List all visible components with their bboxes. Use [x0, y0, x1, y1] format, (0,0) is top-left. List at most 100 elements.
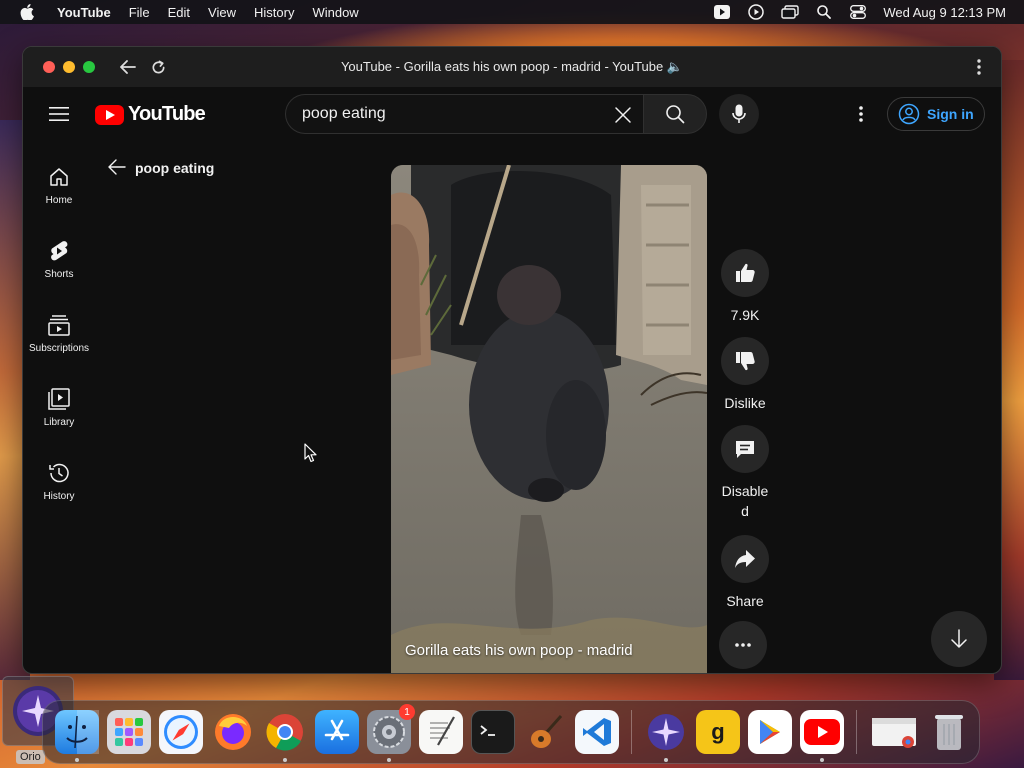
sidebar-item-label: Library [43, 417, 75, 428]
chrome-icon[interactable] [263, 710, 307, 762]
settings-more-icon[interactable] [849, 102, 873, 126]
sidebar-item-label: Shorts [44, 269, 74, 280]
home-icon [47, 165, 71, 189]
mini-guide-sidebar: Home Shorts Subscriptions Library Histor… [23, 143, 95, 513]
browser-menu-icon[interactable] [969, 56, 989, 78]
spotlight-search-icon[interactable] [815, 4, 833, 20]
garageband-icon[interactable] [523, 710, 567, 754]
like-button[interactable] [721, 249, 769, 297]
textedit-icon[interactable] [419, 710, 463, 754]
firefox-icon[interactable] [211, 710, 255, 754]
share-action: Share [719, 535, 771, 611]
trash-icon[interactable] [927, 710, 971, 754]
share-label: Share [726, 593, 764, 609]
google-play-icon[interactable] [748, 710, 792, 754]
more-action [719, 621, 767, 669]
library-icon [47, 387, 71, 411]
youtube-logo[interactable]: YouTube [95, 103, 206, 126]
shorts-icon [47, 239, 71, 263]
shorts-video-caption[interactable]: Gorilla eats his own poop - madrid [405, 642, 633, 659]
apple-menu-icon[interactable] [18, 3, 36, 21]
running-indicator [664, 758, 668, 762]
close-window-button[interactable] [43, 61, 55, 73]
terminal-icon[interactable] [471, 710, 515, 754]
next-short-button[interactable] [931, 611, 987, 667]
youtube-dock-icon[interactable] [800, 710, 844, 762]
grammarly-icon[interactable]: g [696, 710, 740, 754]
more-options-button[interactable] [719, 621, 767, 669]
zoom-window-button[interactable] [83, 61, 95, 73]
voice-search-button[interactable] [719, 94, 759, 134]
account-icon [898, 103, 920, 125]
sidebar-item-label: Subscriptions [28, 343, 90, 354]
window-title: YouTube - Gorilla eats his own poop - ma… [340, 59, 684, 74]
shorts-back-arrow-icon[interactable] [107, 157, 127, 177]
history-icon [47, 461, 71, 485]
play-circle-status-icon[interactable] [747, 4, 765, 20]
menu-history[interactable]: History [245, 5, 303, 20]
orion-label: Orio [16, 750, 45, 764]
menu-window[interactable]: Window [303, 5, 367, 20]
sidebar-item-home[interactable]: Home [23, 143, 95, 217]
comments-button[interactable] [721, 425, 769, 473]
system-settings-icon[interactable]: 1 [367, 704, 415, 762]
svg-text:g: g [711, 719, 724, 744]
gorilla-video-frame [391, 165, 707, 673]
window-titlebar: YouTube - Gorilla eats his own poop - ma… [23, 47, 1001, 87]
browser-back-button[interactable] [117, 56, 139, 78]
finder-icon[interactable] [55, 710, 99, 762]
launchpad-icon[interactable] [107, 710, 151, 754]
thumbs-down-icon [736, 352, 755, 371]
notification-badge: 1 [399, 704, 415, 720]
youtube-wordmark: YouTube [128, 103, 206, 125]
dislike-action: Dislike [719, 337, 771, 413]
menu-file[interactable]: File [120, 5, 159, 20]
menu-edit[interactable]: Edit [159, 5, 199, 20]
thumbs-up-icon [736, 263, 755, 282]
sidebar-item-history[interactable]: History [23, 439, 95, 513]
traffic-lights [43, 61, 95, 73]
menu-clock[interactable]: Wed Aug 9 12:13 PM [883, 5, 1006, 20]
dislike-button[interactable] [721, 337, 769, 385]
more-horizontal-icon [735, 643, 751, 647]
sidebar-item-label: History [43, 491, 75, 502]
running-indicator [75, 758, 79, 762]
comments-action: Disable d [719, 425, 771, 521]
sign-in-button[interactable]: Sign in [887, 97, 985, 131]
search-button[interactable] [643, 94, 707, 134]
dock-separator [856, 710, 857, 754]
screens-status-icon[interactable] [781, 4, 800, 20]
like-count: 7.9K [730, 307, 760, 323]
browser-window: YouTube - Gorilla eats his own poop - ma… [22, 46, 1002, 674]
menu-app-name[interactable]: YouTube [48, 5, 120, 20]
clear-search-icon[interactable] [611, 103, 635, 127]
comment-icon [736, 441, 754, 458]
share-button[interactable] [721, 535, 769, 583]
arrow-down-icon [951, 629, 967, 648]
microphone-icon [732, 104, 746, 123]
search-box[interactable] [285, 94, 643, 134]
control-center-icon[interactable] [849, 4, 867, 20]
safari-icon[interactable] [159, 710, 203, 754]
hamburger-menu-icon[interactable] [47, 102, 71, 126]
search-input[interactable] [286, 105, 586, 123]
browser-reload-button[interactable] [147, 56, 169, 78]
sidebar-item-subscriptions[interactable]: Subscriptions [23, 291, 95, 365]
sidebar-item-shorts[interactable]: Shorts [23, 217, 95, 291]
youtube-play-icon [95, 104, 124, 125]
vscode-icon[interactable] [575, 710, 619, 754]
mouse-cursor-icon [304, 443, 317, 463]
dock-separator [631, 710, 632, 754]
menu-bar: YouTube File Edit View History Window We… [0, 0, 1024, 24]
subscriptions-icon [47, 313, 71, 337]
menu-view[interactable]: View [199, 5, 245, 20]
youtube-status-icon[interactable] [713, 4, 731, 20]
sidebar-item-library[interactable]: Library [23, 365, 95, 439]
sidebar-item-label: Home [45, 195, 73, 206]
like-action: 7.9K [719, 249, 771, 325]
chrome-window-thumbnail-icon[interactable] [869, 710, 919, 754]
minimize-window-button[interactable] [63, 61, 75, 73]
orion-dock-icon[interactable] [644, 710, 688, 762]
shorts-video-player[interactable]: Gorilla eats his own poop - madrid [391, 165, 707, 673]
app-store-icon[interactable] [315, 710, 359, 754]
